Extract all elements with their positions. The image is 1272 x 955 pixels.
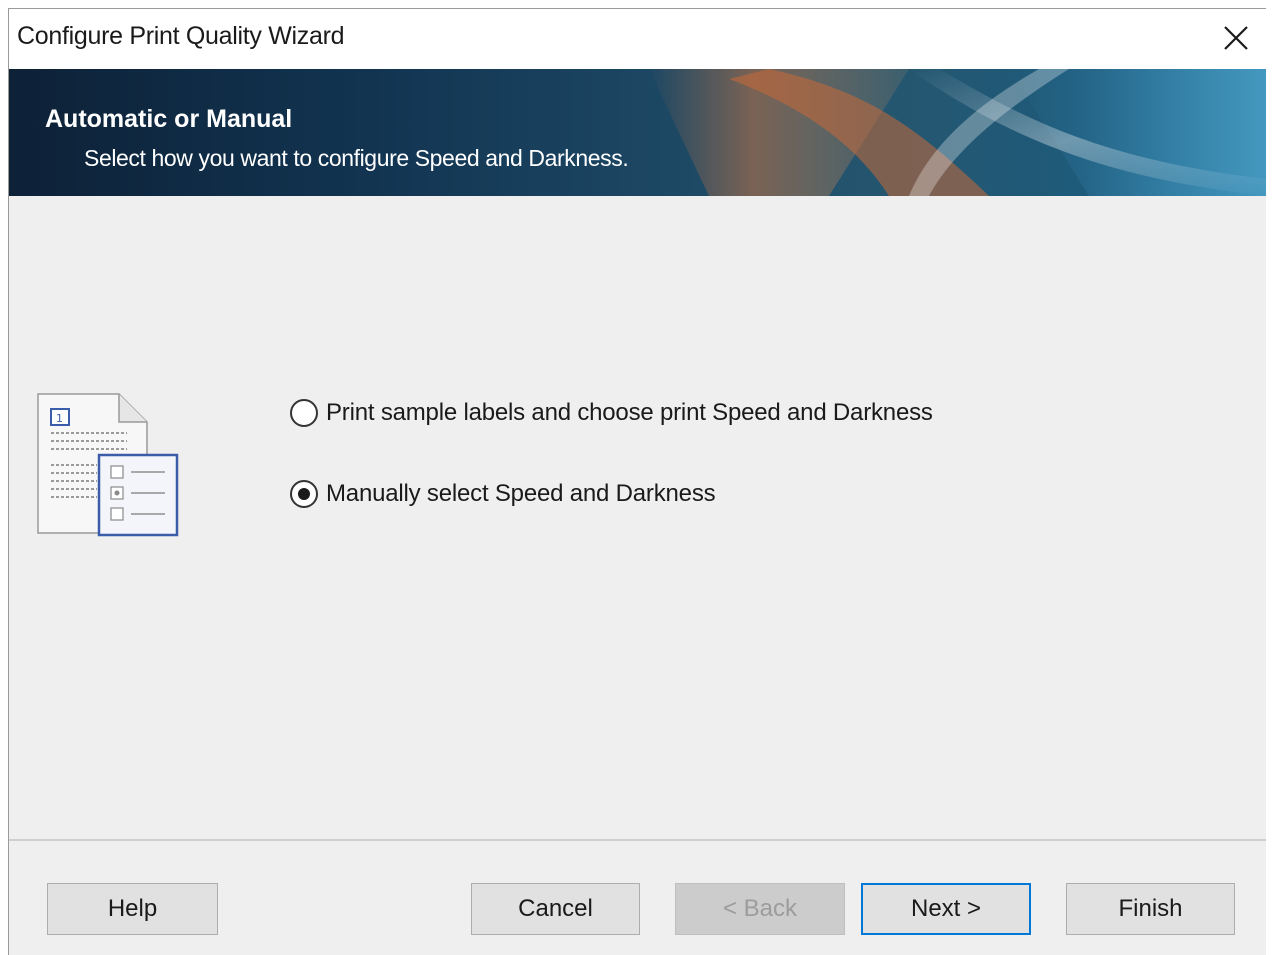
finish-button[interactable]: Finish (1066, 883, 1235, 935)
back-button[interactable]: < Back (675, 883, 845, 935)
banner-subtitle: Select how you want to configure Speed a… (84, 145, 629, 171)
banner-title: Automatic or Manual (45, 105, 293, 133)
window-title: Configure Print Quality Wizard (17, 22, 345, 50)
title-bar: Configure Print Quality Wizard (9, 9, 1266, 69)
option-print-sample-labels[interactable]: Print sample labels and choose print Spe… (290, 399, 933, 427)
cancel-button[interactable]: Cancel (471, 883, 640, 935)
svg-text:1: 1 (56, 412, 63, 425)
option-label: Manually select Speed and Darkness (326, 480, 716, 507)
wizard-content: 1 Print sample labels and choose print S… (9, 196, 1266, 839)
close-button[interactable] (1206, 9, 1266, 67)
wizard-header-banner: Automatic or Manual Select how you want … (9, 69, 1266, 196)
close-icon (1224, 26, 1248, 50)
option-label: Print sample labels and choose print Spe… (326, 399, 933, 426)
wizard-dialog: Configure Print Quality Wizard Automatic… (8, 8, 1266, 955)
radio-button-checked[interactable] (290, 480, 318, 508)
help-button[interactable]: Help (47, 883, 218, 935)
button-bar: Help Cancel < Back Next > Finish (9, 841, 1266, 955)
next-button[interactable]: Next > (861, 883, 1031, 935)
option-manual-select[interactable]: Manually select Speed and Darkness (290, 480, 716, 508)
document-options-icon: 1 (37, 393, 179, 537)
radio-button-unchecked[interactable] (290, 399, 318, 427)
